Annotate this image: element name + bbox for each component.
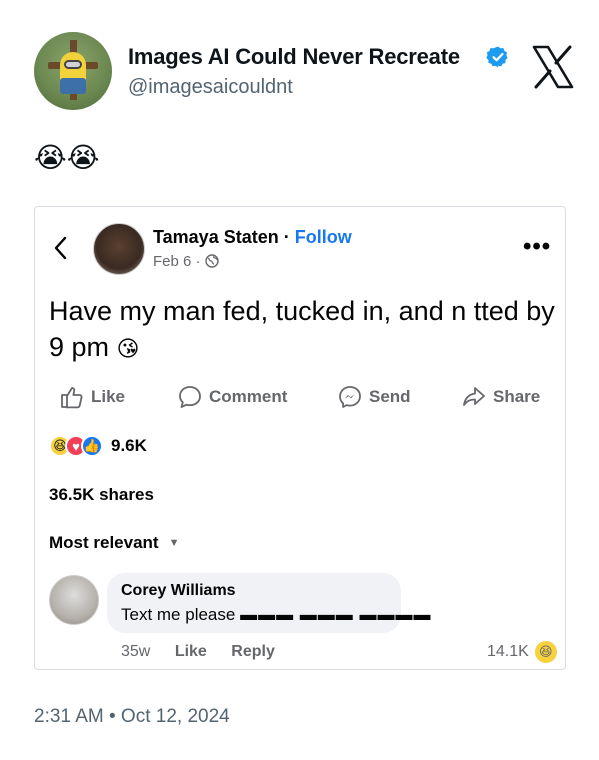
follow-button[interactable]: Follow bbox=[295, 227, 352, 247]
redacted-phone-number: ▬▬▬ ▬▬▬ ▬▬▬▬ bbox=[240, 605, 432, 624]
share-button[interactable]: Share bbox=[461, 379, 540, 415]
chevron-down-icon: ▼ bbox=[168, 537, 180, 549]
share-count[interactable]: 36.5K shares bbox=[49, 485, 154, 505]
comment-reaction-count: 14.1K bbox=[487, 643, 529, 660]
like-reaction-icon: 👍 bbox=[81, 435, 103, 457]
author-name[interactable]: Images AI Could Never Recreate bbox=[128, 44, 460, 70]
tweet-timestamp[interactable]: 2:31 AM • Oct 12, 2024 bbox=[34, 706, 230, 728]
commenter-avatar[interactable] bbox=[49, 575, 99, 625]
comment-reaction-summary[interactable]: 14.1K 😆 bbox=[487, 641, 557, 663]
like-button[interactable]: Like bbox=[59, 379, 125, 415]
post-date[interactable]: Feb 6 · bbox=[153, 253, 205, 270]
comment-time[interactable]: 35w bbox=[121, 643, 150, 660]
comment-button[interactable]: Comment bbox=[177, 379, 287, 415]
share-arrow-icon bbox=[463, 387, 485, 406]
comment-meta: 35w Like Reply bbox=[121, 643, 295, 661]
post-meta: Feb 6 · bbox=[153, 253, 219, 270]
comment-like-button[interactable]: Like bbox=[175, 643, 207, 660]
post-author-avatar[interactable] bbox=[93, 223, 145, 275]
comment-text: Text me please ▬▬▬ ▬▬▬ ▬▬▬▬ bbox=[121, 605, 432, 624]
x-logo-icon[interactable] bbox=[530, 44, 576, 90]
reaction-summary[interactable]: 😆 ♥ 👍 9.6K bbox=[49, 433, 147, 459]
commenter-name[interactable]: Corey Williams bbox=[121, 582, 236, 600]
send-button[interactable]: Send bbox=[337, 379, 411, 415]
back-chevron-icon[interactable] bbox=[51, 233, 71, 263]
author-avatar[interactable] bbox=[34, 32, 112, 110]
post-actions: Like Comment Send Share bbox=[35, 379, 567, 415]
comment-sort-dropdown[interactable]: Most relevant ▼ bbox=[49, 533, 179, 553]
tweet-header: Images AI Could Never Recreate @imagesai… bbox=[34, 32, 574, 112]
post-author-line: Tamaya Staten · Follow bbox=[153, 227, 352, 247]
reaction-count: 9.6K bbox=[111, 436, 147, 455]
comment-bubble-icon bbox=[179, 386, 201, 408]
verified-badge-icon bbox=[486, 46, 508, 68]
post-body: Have my man fed, tucked in, and n tted b… bbox=[49, 293, 559, 367]
tweet-text: 😭😭 bbox=[34, 142, 100, 173]
embedded-facebook-post: Tamaya Staten · Follow Feb 6 · ••• Have … bbox=[34, 206, 566, 670]
messenger-icon bbox=[339, 386, 361, 408]
post-author-name[interactable]: Tamaya Staten bbox=[153, 227, 279, 247]
more-options-icon[interactable]: ••• bbox=[523, 235, 551, 259]
comment-bubble: Corey Williams Text me please ▬▬▬ ▬▬▬ ▬▬… bbox=[107, 573, 431, 633]
globe-icon bbox=[204, 254, 219, 268]
haha-reaction-icon: 😆 bbox=[534, 641, 557, 663]
author-handle[interactable]: @imagesaicouldnt bbox=[128, 76, 293, 99]
thumbs-up-icon bbox=[61, 387, 83, 409]
kiss-emoji: 😘 bbox=[116, 336, 140, 361]
comment-reply-button[interactable]: Reply bbox=[231, 643, 275, 660]
